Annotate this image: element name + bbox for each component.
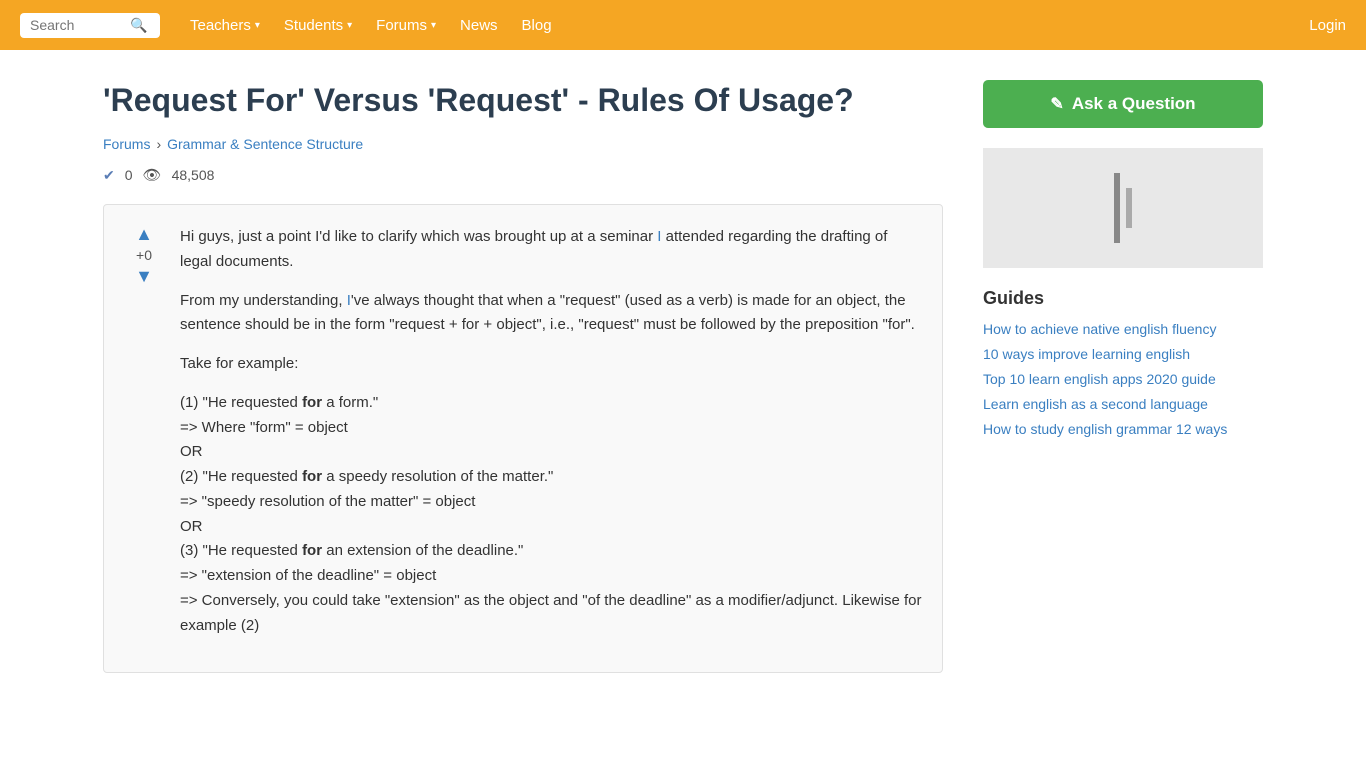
vote-total: +0 [136, 247, 152, 263]
vote-down-button[interactable]: ▼ [135, 267, 153, 285]
guides-list: How to achieve native english fluency 10… [983, 321, 1263, 438]
search-icon: 🔍 [130, 17, 147, 34]
guides-section: Guides How to achieve native english flu… [983, 288, 1263, 438]
ad-placeholder [983, 148, 1263, 268]
breadcrumb: Forums › Grammar & Sentence Structure [103, 136, 943, 152]
nav-teachers[interactable]: Teachers ▾ [190, 17, 260, 34]
vote-up-button[interactable]: ▲ [135, 225, 153, 243]
list-item: Learn english as a second language [983, 396, 1263, 413]
vote-check-icon: ✔ [103, 167, 115, 184]
meta-row: ✔ 0 👁 48,508 [103, 166, 943, 184]
post-para-3: Take for example: [180, 352, 922, 377]
guide-link-5[interactable]: How to study english grammar 12 ways [983, 421, 1227, 437]
highlight-ive: I [347, 292, 351, 309]
sidebar: ✎ Ask a Question Guides How to achieve n… [983, 80, 1263, 673]
ask-question-button[interactable]: ✎ Ask a Question [983, 80, 1263, 128]
guide-link-3[interactable]: Top 10 learn english apps 2020 guide [983, 371, 1216, 387]
guide-link-1[interactable]: How to achieve native english fluency [983, 321, 1216, 337]
chevron-down-icon: ▾ [255, 20, 260, 31]
breadcrumb-forums-link[interactable]: Forums [103, 136, 150, 152]
guide-link-4[interactable]: Learn english as a second language [983, 396, 1208, 412]
post-para-1: Hi guys, just a point I'd like to clarif… [180, 225, 922, 275]
ad-bar-1 [1114, 173, 1120, 243]
list-item: Top 10 learn english apps 2020 guide [983, 371, 1263, 388]
navbar: 🔍 Teachers ▾ Students ▾ Forums ▾ News Bl… [0, 0, 1366, 50]
page-title: 'Request For' Versus 'Request' - Rules O… [103, 80, 943, 120]
nav-students[interactable]: Students ▾ [284, 17, 352, 34]
search-input[interactable] [30, 17, 130, 33]
highlight-i: I [657, 228, 661, 245]
post-area: ▲ +0 ▼ Hi guys, just a point I'd like to… [103, 204, 943, 673]
post-body: Hi guys, just a point I'd like to clarif… [180, 225, 922, 652]
nav-news[interactable]: News [460, 17, 498, 34]
post-para-2: From my understanding, I've always thoug… [180, 289, 922, 339]
pencil-icon: ✎ [1050, 94, 1063, 114]
guides-title: Guides [983, 288, 1263, 309]
nav-forums[interactable]: Forums ▾ [376, 17, 436, 34]
list-item: How to study english grammar 12 ways [983, 421, 1263, 438]
nav-links: Teachers ▾ Students ▾ Forums ▾ News Blog [190, 17, 1309, 34]
chevron-down-icon: ▾ [347, 20, 352, 31]
post-para-4: (1) "He requested for a form." => Where … [180, 391, 922, 639]
list-item: 10 ways improve learning english [983, 346, 1263, 363]
breadcrumb-category-link[interactable]: Grammar & Sentence Structure [167, 136, 363, 152]
ad-bar-2 [1126, 188, 1132, 228]
main-content: 'Request For' Versus 'Request' - Rules O… [103, 80, 943, 673]
vote-column: ▲ +0 ▼ [124, 225, 164, 652]
views-count: 48,508 [172, 167, 215, 183]
list-item: How to achieve native english fluency [983, 321, 1263, 338]
chevron-down-icon: ▾ [431, 20, 436, 31]
breadcrumb-separator: › [156, 136, 161, 152]
vote-count: 0 [125, 167, 133, 183]
nav-blog[interactable]: Blog [522, 17, 552, 34]
login-button[interactable]: Login [1309, 17, 1346, 34]
views-icon: 👁 [143, 166, 162, 184]
guide-link-2[interactable]: 10 ways improve learning english [983, 346, 1190, 362]
search-box[interactable]: 🔍 [20, 13, 160, 38]
